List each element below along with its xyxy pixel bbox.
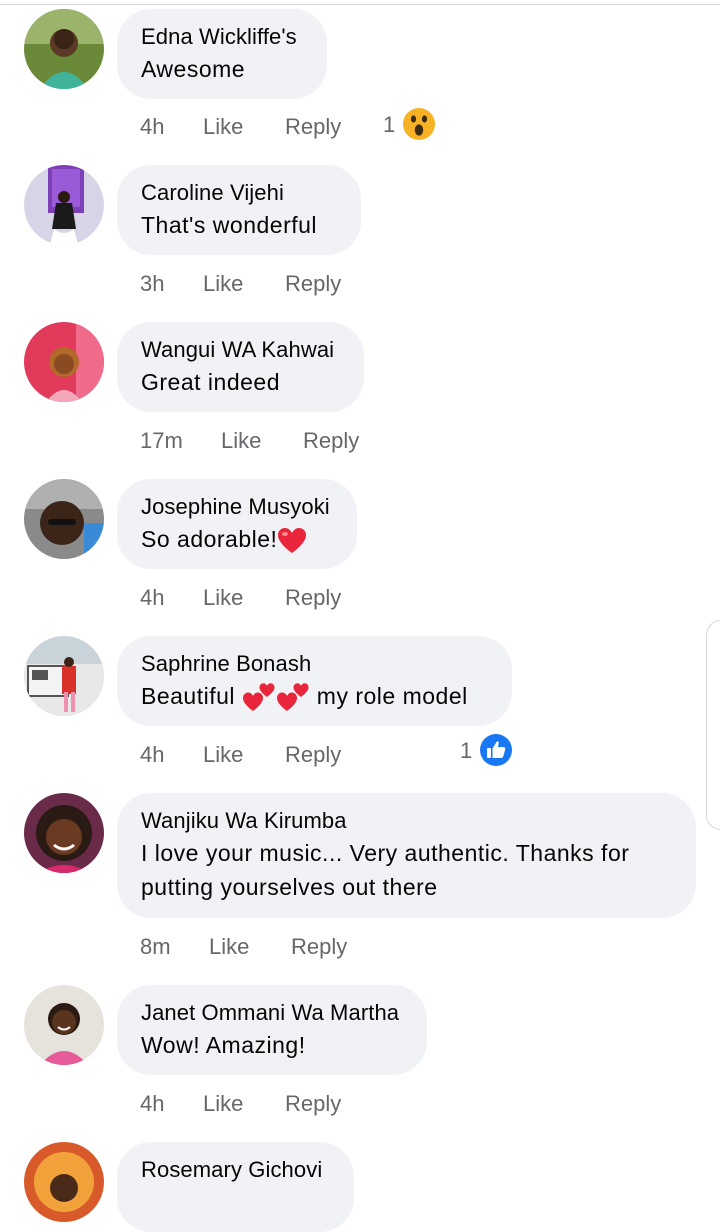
comment-text-line: putting yourselves out there [141,874,438,900]
comment-text-line: I love your music... Very authentic. Tha… [141,840,630,866]
avatar[interactable] [24,9,104,89]
comment-text: Beautiful my role model [141,679,488,715]
comment-time[interactable]: 4h [140,740,164,770]
comment-time[interactable]: 4h [140,583,164,613]
avatar[interactable] [24,1142,104,1222]
comment-author[interactable]: Josephine Musyoki [141,492,333,522]
comment-text-content: So adorable! [141,526,278,552]
comment-time[interactable]: 8m [140,932,171,962]
avatar[interactable] [24,793,104,873]
like-button[interactable]: Like [203,583,243,613]
comment-author[interactable]: Caroline Vijehi [141,178,337,208]
comment-author[interactable]: Saphrine Bonash [141,649,488,679]
wow-reaction-icon[interactable] [403,108,435,140]
avatar[interactable] [24,985,104,1065]
comment-text-end: my role model [316,683,468,709]
like-button[interactable]: Like [209,932,249,962]
like-button[interactable]: Like [203,269,243,299]
comment-text: That's wonderful [141,212,318,238]
comment-bubble: Saphrine Bonash Beautiful my role model [117,636,512,726]
top-divider [0,4,720,5]
comment-text-start: Beautiful [141,683,236,709]
reply-button[interactable]: Reply [303,426,359,456]
like-button[interactable]: Like [203,1089,243,1119]
comment-time[interactable]: 4h [140,1089,164,1119]
comment-author[interactable]: Wangui WA Kahwai [141,335,340,365]
comment-bubble: Wanjiku Wa Kirumba I love your music... … [117,793,696,918]
reply-button[interactable]: Reply [285,583,341,613]
comment-bubble: Wangui WA Kahwai Great indeed [117,322,364,412]
comment-text: Awesome [141,56,246,82]
comment-bubble: Josephine Musyoki So adorable! [117,479,357,569]
comment-text: Wow! Amazing! [141,1032,306,1058]
comment-author[interactable]: Janet Ommani Wa Martha [141,998,403,1028]
like-button[interactable]: Like [203,740,243,770]
avatar[interactable] [24,479,104,559]
reply-button[interactable]: Reply [285,269,341,299]
reaction-count[interactable]: 1 [460,736,472,766]
comment-bubble: Rosemary Gichovi [117,1142,354,1232]
comment-bubble: Caroline Vijehi That's wonderful [117,165,361,255]
reply-button[interactable]: Reply [285,740,341,770]
comment-bubble: Edna Wickliffe's Awesome [117,9,327,99]
comment-text: Great indeed [141,369,280,395]
avatar[interactable] [24,322,104,402]
reply-button[interactable]: Reply [291,932,347,962]
comment-time[interactable]: 4h [140,112,164,142]
comment-time[interactable]: 17m [140,426,183,456]
like-button[interactable]: Like [203,112,243,142]
comment-author[interactable]: Rosemary Gichovi [141,1155,330,1185]
reaction-count[interactable]: 1 [383,110,395,140]
comment-time[interactable]: 3h [140,269,164,299]
comment-author[interactable]: Edna Wickliffe's [141,22,303,52]
avatar[interactable] [24,165,104,245]
comment-bubble: Janet Ommani Wa Martha Wow! Amazing! [117,985,427,1075]
comment-author[interactable]: Wanjiku Wa Kirumba [141,806,672,836]
reply-button[interactable]: Reply [285,1089,341,1119]
two-hearts-icon [276,683,309,711]
comment-text: So adorable! [141,522,333,556]
side-panel-handle[interactable] [706,620,720,830]
thumbs-up-reaction-icon[interactable] [480,734,512,766]
like-button[interactable]: Like [221,426,261,456]
two-hearts-icon [242,683,275,711]
reply-button[interactable]: Reply [285,112,341,142]
avatar[interactable] [24,636,104,716]
red-heart-icon [278,527,307,553]
